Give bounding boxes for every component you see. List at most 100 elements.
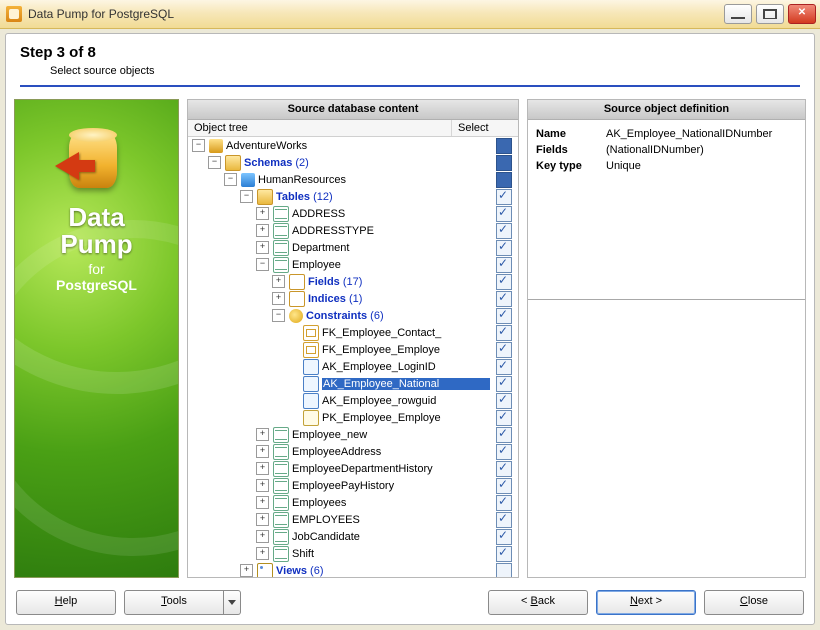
- tree-row[interactable]: + Indices (1): [188, 290, 518, 307]
- select-checkbox[interactable]: [496, 495, 512, 511]
- tree-row[interactable]: AK_Employee_rowguid: [188, 392, 518, 409]
- tree-label[interactable]: EmployeePayHistory: [292, 480, 490, 492]
- collapse-icon[interactable]: −: [208, 156, 221, 169]
- tree-label[interactable]: Department: [292, 242, 490, 254]
- tree-label[interactable]: Tables (12): [276, 191, 490, 203]
- tree-row[interactable]: +ADDRESSTYPE: [188, 222, 518, 239]
- select-checkbox[interactable]: [496, 546, 512, 562]
- tree-label[interactable]: FK_Employee_Employe: [322, 344, 490, 356]
- select-checkbox[interactable]: [496, 257, 512, 273]
- tree-label[interactable]: AdventureWorks: [226, 140, 490, 152]
- collapse-icon[interactable]: −: [272, 309, 285, 322]
- collapse-icon[interactable]: −: [192, 139, 205, 152]
- tree-label[interactable]: JobCandidate: [292, 531, 490, 543]
- tree-label[interactable]: ADDRESSTYPE: [292, 225, 490, 237]
- select-checkbox[interactable]: [496, 410, 512, 426]
- tree-row[interactable]: + EMPLOYEES: [188, 511, 518, 528]
- tree-label[interactable]: Fields (17): [308, 276, 490, 288]
- select-checkbox[interactable]: [496, 325, 512, 341]
- select-checkbox[interactable]: [496, 427, 512, 443]
- tree-label[interactable]: EmployeeDepartmentHistory: [292, 463, 490, 475]
- expand-icon[interactable]: +: [256, 207, 269, 220]
- collapse-icon[interactable]: −: [240, 190, 253, 203]
- expand-icon[interactable]: +: [256, 479, 269, 492]
- object-tree[interactable]: −AdventureWorks−Schemas (2)−HumanResourc…: [188, 137, 518, 577]
- tree-label[interactable]: AK_Employee_National: [322, 378, 490, 390]
- select-checkbox[interactable]: [496, 342, 512, 358]
- tools-dropdown-icon[interactable]: [224, 590, 241, 615]
- select-checkbox[interactable]: [496, 172, 512, 188]
- tree-label[interactable]: Constraints (6): [306, 310, 490, 322]
- tree-row[interactable]: AK_Employee_LoginID: [188, 358, 518, 375]
- tree-label[interactable]: HumanResources: [258, 174, 490, 186]
- expand-icon[interactable]: +: [272, 275, 285, 288]
- tree-label[interactable]: AK_Employee_rowguid: [322, 395, 490, 407]
- tree-label[interactable]: Shift: [292, 548, 490, 560]
- select-checkbox[interactable]: [496, 189, 512, 205]
- select-checkbox[interactable]: [496, 478, 512, 494]
- expand-icon[interactable]: +: [256, 462, 269, 475]
- minimize-button[interactable]: [724, 4, 752, 24]
- tree-row[interactable]: + EmployeeDepartmentHistory: [188, 460, 518, 477]
- tree-row[interactable]: + Shift: [188, 545, 518, 562]
- expand-icon[interactable]: +: [256, 496, 269, 509]
- collapse-icon[interactable]: −: [224, 173, 237, 186]
- close-window-button[interactable]: [788, 4, 816, 24]
- tools-split-button[interactable]: Tools: [124, 590, 241, 615]
- tree-row[interactable]: +Employee_new: [188, 426, 518, 443]
- tree-row[interactable]: FK_Employee_Contact_: [188, 324, 518, 341]
- select-checkbox[interactable]: [496, 274, 512, 290]
- tree-row[interactable]: − Constraints (6): [188, 307, 518, 324]
- tree-row[interactable]: PK_Employee_Employe: [188, 409, 518, 426]
- select-checkbox[interactable]: [496, 444, 512, 460]
- tree-row[interactable]: − HumanResources: [188, 171, 518, 188]
- tree-row[interactable]: +EmployeeAddress: [188, 443, 518, 460]
- tree-label[interactable]: Schemas (2): [244, 157, 490, 169]
- select-checkbox[interactable]: [496, 461, 512, 477]
- tree-label[interactable]: Employees: [292, 497, 490, 509]
- tree-label[interactable]: AK_Employee_LoginID: [322, 361, 490, 373]
- select-checkbox[interactable]: [496, 529, 512, 545]
- select-checkbox[interactable]: [496, 206, 512, 222]
- expand-icon[interactable]: +: [256, 547, 269, 560]
- select-checkbox[interactable]: [496, 291, 512, 307]
- tree-row[interactable]: + Fields (17): [188, 273, 518, 290]
- tree-row[interactable]: + Employees: [188, 494, 518, 511]
- tree-label[interactable]: EMPLOYEES: [292, 514, 490, 526]
- select-checkbox[interactable]: [496, 512, 512, 528]
- col-object-tree[interactable]: Object tree: [188, 120, 452, 136]
- select-checkbox[interactable]: [496, 376, 512, 392]
- select-checkbox[interactable]: [496, 563, 512, 578]
- close-button[interactable]: Close: [704, 590, 804, 615]
- select-checkbox[interactable]: [496, 240, 512, 256]
- tree-label[interactable]: Views (6): [276, 565, 490, 577]
- tree-row[interactable]: FK_Employee_Employe: [188, 341, 518, 358]
- select-checkbox[interactable]: [496, 155, 512, 171]
- tree-label[interactable]: ADDRESS: [292, 208, 490, 220]
- tree-label[interactable]: Employee: [292, 259, 490, 271]
- tree-row[interactable]: + JobCandidate: [188, 528, 518, 545]
- select-checkbox[interactable]: [496, 138, 512, 154]
- help-button[interactable]: Help: [16, 590, 116, 615]
- tree-row[interactable]: + Views (6): [188, 562, 518, 577]
- tree-label[interactable]: Indices (1): [308, 293, 490, 305]
- select-checkbox[interactable]: [496, 308, 512, 324]
- col-select[interactable]: Select: [452, 120, 518, 136]
- expand-icon[interactable]: +: [272, 292, 285, 305]
- tree-row[interactable]: + Department: [188, 239, 518, 256]
- tools-button[interactable]: Tools: [124, 590, 224, 615]
- expand-icon[interactable]: +: [256, 530, 269, 543]
- back-button[interactable]: < Back: [488, 590, 588, 615]
- tree-row[interactable]: −Employee: [188, 256, 518, 273]
- expand-icon[interactable]: +: [240, 564, 253, 577]
- tree-row[interactable]: − AdventureWorks: [188, 137, 518, 154]
- tree-label[interactable]: EmployeeAddress: [292, 446, 490, 458]
- expand-icon[interactable]: +: [256, 513, 269, 526]
- tree-row[interactable]: − Tables (12): [188, 188, 518, 205]
- expand-icon[interactable]: +: [256, 241, 269, 254]
- next-button[interactable]: Next >: [596, 590, 696, 615]
- select-checkbox[interactable]: [496, 393, 512, 409]
- tree-row[interactable]: − Schemas (2): [188, 154, 518, 171]
- maximize-button[interactable]: [756, 4, 784, 24]
- select-checkbox[interactable]: [496, 359, 512, 375]
